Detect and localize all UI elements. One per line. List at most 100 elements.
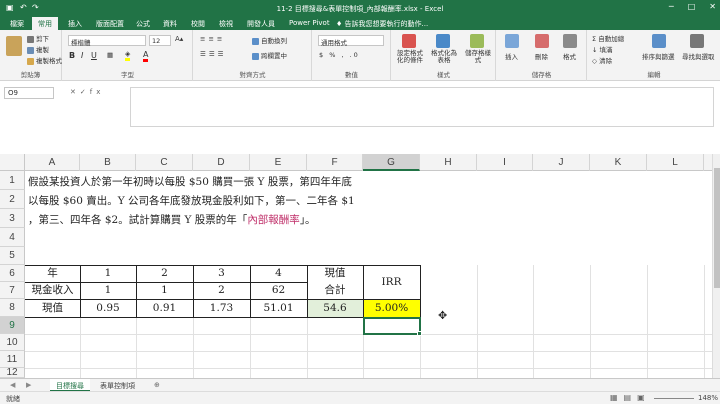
col-header-i[interactable]: I (477, 154, 533, 171)
conditional-format-button[interactable]: 設定格式化的條件 (394, 50, 426, 64)
paste-icon[interactable] (6, 36, 22, 56)
fill-handle[interactable] (417, 331, 422, 336)
tell-me-box[interactable]: ♦ 告訴我您想要執行的動作... (336, 19, 428, 29)
cell-g8[interactable]: 5.00% (363, 299, 420, 317)
copy-button[interactable]: 複製 (27, 44, 49, 54)
selected-cell-g9[interactable] (363, 317, 421, 335)
scroll-thumb[interactable] (714, 168, 720, 288)
col-header-k[interactable]: K (590, 154, 647, 171)
cell-e7[interactable]: 62 (250, 282, 307, 299)
tab-insert[interactable]: 插入 (68, 19, 82, 29)
italic-icon[interactable]: I (81, 51, 83, 60)
vertical-scrollbar[interactable] (712, 154, 720, 378)
tab-developer[interactable]: 開發人員 (247, 19, 275, 29)
tab-data[interactable]: 資料 (163, 19, 177, 29)
col-header-c[interactable]: C (136, 154, 193, 171)
row-header-1[interactable]: 1 (0, 171, 25, 190)
zoom-level[interactable]: 148% (698, 394, 718, 402)
cell-c6[interactable]: 2 (136, 265, 193, 282)
cell-e6[interactable]: 4 (250, 265, 307, 282)
border-icon[interactable]: ▦ (107, 51, 113, 59)
fill-button[interactable]: ↓ 填滿 (592, 44, 613, 54)
col-header-l[interactable]: L (647, 154, 704, 171)
cell-d6[interactable]: 3 (193, 265, 250, 282)
cell-g6-g7-irr-header[interactable]: IRR (363, 265, 420, 299)
number-format-select[interactable]: 通用格式 (318, 35, 384, 47)
find-select-button[interactable]: 尋找與選取 (682, 51, 715, 61)
bold-icon[interactable]: B (69, 51, 75, 60)
cell-c7[interactable]: 1 (136, 282, 193, 299)
format-as-table-button[interactable]: 格式化為表格 (428, 50, 460, 64)
cell-b6[interactable]: 1 (80, 265, 136, 282)
cell-a7[interactable]: 現金收入 (25, 282, 80, 299)
col-header-a[interactable]: A (25, 154, 80, 171)
number-format-icons[interactable]: $ % , .0 (319, 51, 360, 59)
view-mode-icons[interactable]: ▦▤▣ (610, 393, 651, 402)
col-header-h[interactable]: H (420, 154, 477, 171)
sort-filter-button[interactable]: 排序與篩選 (642, 51, 675, 61)
cell-b8[interactable]: 0.95 (80, 299, 136, 317)
row-header-5[interactable]: 5 (0, 247, 25, 265)
col-header-e[interactable]: E (250, 154, 307, 171)
row-header-6[interactable]: 6 (0, 265, 25, 282)
horizontal-align-icons[interactable]: ☰☰☰ (200, 50, 226, 58)
font-color-icon[interactable]: A (143, 50, 149, 62)
row-header-11[interactable]: 11 (0, 351, 25, 368)
col-header-d[interactable]: D (193, 154, 250, 171)
tab-view[interactable]: 檢視 (219, 19, 233, 29)
row-header-9[interactable]: 9 (0, 317, 25, 334)
cell-f6[interactable]: 現值 (307, 265, 363, 282)
clear-button[interactable]: ◇ 清除 (592, 55, 612, 65)
cell-d8[interactable]: 1.73 (193, 299, 250, 317)
row-header-4[interactable]: 4 (0, 228, 25, 247)
cell-b7[interactable]: 1 (80, 282, 136, 299)
row-header-12[interactable]: 12 (0, 368, 25, 378)
zoom-slider[interactable] (654, 398, 694, 399)
select-all-corner[interactable] (0, 154, 25, 171)
cell-f7[interactable]: 合計 (307, 282, 363, 299)
tab-power-pivot[interactable]: Power Pivot (289, 19, 330, 27)
merge-center-button[interactable]: 跨欄置中 (252, 50, 287, 60)
cell-styles-button[interactable]: 儲存格樣式 (462, 50, 494, 64)
formula-input[interactable] (130, 87, 714, 127)
close-button[interactable]: ✕ (709, 2, 716, 11)
minimize-button[interactable]: ─ (669, 2, 674, 11)
cell-d7[interactable]: 2 (193, 282, 250, 299)
cell-f8[interactable]: 54.6 (307, 299, 363, 317)
tab-page-layout[interactable]: 版面配置 (96, 19, 124, 29)
tab-formulas[interactable]: 公式 (136, 19, 150, 29)
row-header-8[interactable]: 8 (0, 299, 25, 317)
formula-buttons[interactable]: ✕✓fx (70, 88, 104, 96)
vertical-align-icons[interactable]: ≡≡≡ (200, 35, 225, 43)
tab-home[interactable]: 常用 (32, 17, 58, 30)
delete-cells-button[interactable]: 刪除 (535, 51, 548, 61)
wrap-text-button[interactable]: 自動換列 (252, 35, 287, 45)
format-cells-button[interactable]: 格式 (563, 51, 576, 61)
cell-a8[interactable]: 現值 (25, 299, 80, 317)
row-header-3[interactable]: 3 (0, 209, 25, 228)
insert-cells-button[interactable]: 插入 (505, 51, 518, 61)
cut-button[interactable]: 剪下 (27, 33, 49, 43)
grow-font-icon[interactable]: A▴ (175, 35, 183, 43)
col-header-f[interactable]: F (307, 154, 363, 171)
underline-icon[interactable]: U (91, 51, 97, 60)
name-box[interactable]: O9 (4, 87, 54, 99)
font-name-select[interactable]: 標楷體 (68, 35, 146, 47)
font-size-select[interactable]: 12 (149, 35, 171, 46)
tab-file[interactable]: 檔案 (10, 19, 24, 29)
row-header-2[interactable]: 2 (0, 190, 25, 209)
cell-a6[interactable]: 年 (25, 265, 80, 282)
maximize-button[interactable]: □ (688, 2, 696, 11)
row-header-10[interactable]: 10 (0, 334, 25, 351)
cell-c8[interactable]: 0.91 (136, 299, 193, 317)
col-header-b[interactable]: B (80, 154, 136, 171)
clipboard-label: 剪貼簿 (20, 71, 41, 79)
format-painter-button[interactable]: 複製格式 (27, 55, 62, 65)
fill-color-icon[interactable]: ◈ (125, 50, 131, 61)
autosum-button[interactable]: Σ 自動加總 (592, 33, 624, 43)
tab-review[interactable]: 校閱 (191, 19, 205, 29)
cell-e8[interactable]: 51.01 (250, 299, 307, 317)
col-header-j[interactable]: J (533, 154, 590, 171)
col-header-g[interactable]: G (363, 154, 420, 171)
row-header-7[interactable]: 7 (0, 282, 25, 299)
